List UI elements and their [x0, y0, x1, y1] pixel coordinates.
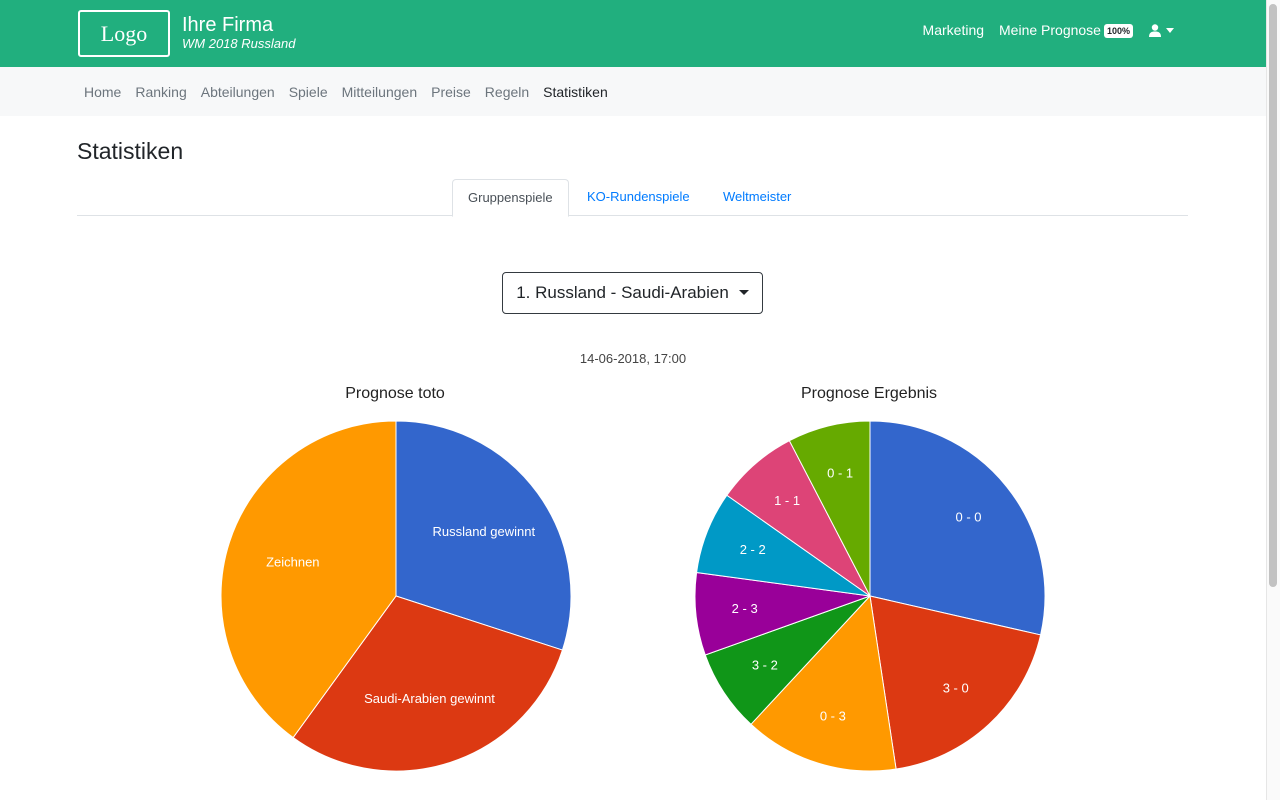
chevron-down-icon — [1166, 27, 1174, 33]
subnav-item-messages[interactable]: Mitteilungen — [335, 84, 425, 100]
company-subtitle: WM 2018 Russland — [182, 36, 296, 51]
subnav-item-home[interactable]: Home — [77, 84, 128, 100]
tab-group-games[interactable]: Gruppenspiele — [452, 179, 569, 217]
pie-slice-label: 0 - 0 — [956, 509, 982, 524]
pie-slice-label: 0 - 3 — [820, 708, 846, 723]
match-select[interactable]: 1. Russland - Saudi-Arabien — [502, 272, 763, 314]
company-info: Ihre Firma WM 2018 Russland — [182, 14, 295, 52]
subnav-item-departments[interactable]: Abteilungen — [194, 84, 282, 100]
subnav-item-games[interactable]: Spiele — [282, 84, 335, 100]
pie-slice-label: 0 - 1 — [827, 466, 853, 481]
chart-title-result: Prognose Ergebnis — [800, 385, 938, 402]
pie-slice-label: 3 - 2 — [752, 657, 778, 672]
tab-world-champion[interactable]: Weltmeister — [708, 179, 806, 216]
subnav-item-prizes[interactable]: Preise — [424, 84, 478, 100]
pie-chart-result: 0 - 0 3 - 0 0 - 3 3 - 2 2 - 3 2 - 2 1 - 1 0 - 1 — [694, 420, 1046, 772]
page: Logo Ihre Firma WM 2018 Russland Marketi… — [0, 0, 1280, 800]
pie-slice-label: Russland gewinnt — [432, 524, 535, 539]
nav-marketing[interactable]: Marketing — [923, 22, 984, 38]
subnav-item-ranking[interactable]: Ranking — [128, 84, 193, 100]
logo[interactable]: Logo — [78, 10, 170, 57]
pie-slice-label: 3 - 0 — [943, 680, 969, 695]
company-name: Ihre Firma — [182, 14, 274, 36]
match-date: 14-06-2018, 17:00 — [579, 351, 687, 366]
tab-ko-games[interactable]: KO-Rundenspiele — [572, 179, 705, 216]
pie-slice-label: Zeichnen — [266, 554, 319, 569]
match-select-label: 1. Russland - Saudi-Arabien — [516, 283, 729, 302]
top-header: Logo Ihre Firma WM 2018 Russland Marketi… — [0, 0, 1266, 67]
page-title: Statistiken — [77, 138, 184, 164]
pie-chart-toto: Russland gewinnt Saudi-Arabien gewinnt Zei… — [220, 420, 572, 772]
user-icon — [1149, 23, 1161, 37]
pie-slice-label: Saudi-Arabien gewinnt — [364, 691, 495, 706]
user-menu-toggle[interactable] — [1149, 23, 1174, 37]
nav-my-prediction-label: Meine Prognose — [999, 22, 1101, 38]
progress-badge: 100% — [1103, 24, 1133, 39]
pie-slice-label: 1 - 1 — [774, 493, 800, 508]
pie-slice-label: 2 - 3 — [732, 601, 758, 616]
scrollbar-thumb[interactable] — [1269, 4, 1277, 587]
sub-nav: Home Ranking Abteilungen Spiele Mitteilu… — [0, 67, 1266, 116]
subnav-item-rules[interactable]: Regeln — [478, 84, 536, 100]
pie-slice-label: 2 - 2 — [740, 542, 766, 557]
nav-my-prediction[interactable]: Meine Prognose 100% — [999, 22, 1133, 39]
subnav-item-statistics[interactable]: Statistiken — [536, 84, 615, 100]
top-nav: Marketing Meine Prognose 100% — [908, 22, 1174, 39]
chart-title-toto: Prognose toto — [345, 385, 445, 402]
tab-bar: Gruppenspiele KO-Rundenspiele Weltmeiste… — [77, 179, 1188, 217]
chevron-down-icon — [738, 289, 749, 295]
